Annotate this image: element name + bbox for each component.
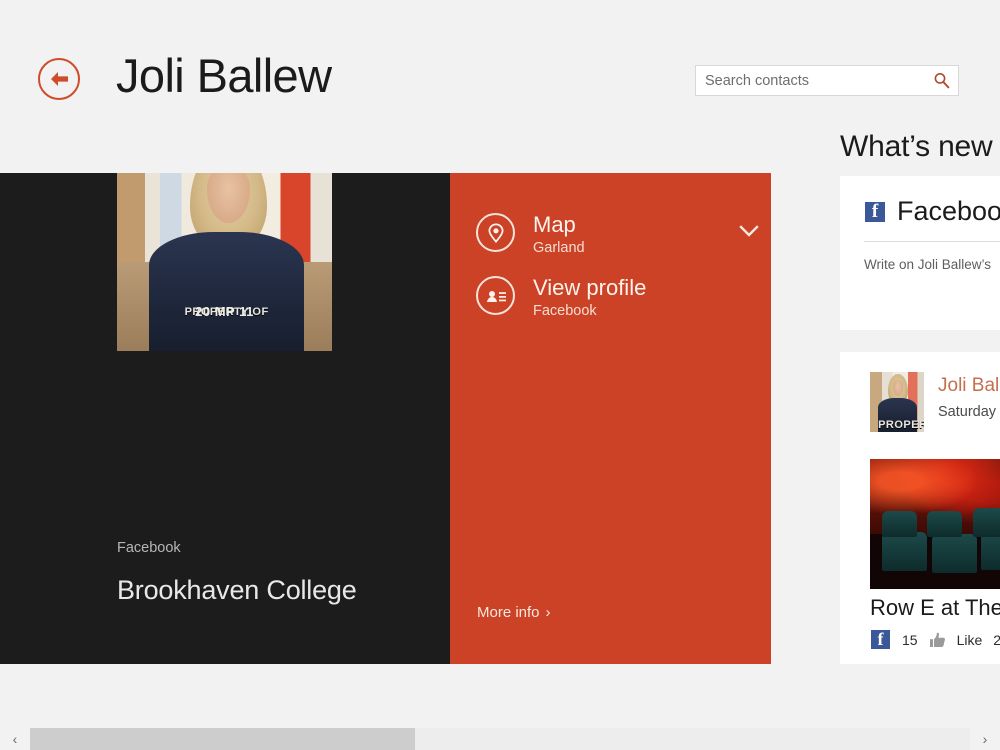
more-info-label: More info (477, 604, 540, 621)
avatar (870, 372, 924, 432)
compose-prompt[interactable]: Write on Joli Ballew’s (840, 242, 1000, 272)
search-icon (934, 73, 949, 89)
detail-profile-text: View profile Facebook (533, 274, 646, 321)
post-title: Row E at The L (870, 595, 1000, 620)
contact-detail-list: Map Garland View profile Facebook (476, 211, 757, 337)
horizontal-scrollbar[interactable]: ‹ › (0, 728, 1000, 750)
post-image-seat (972, 508, 1000, 537)
scroll-right-button[interactable]: › (970, 728, 1000, 750)
whats-new-header[interactable]: What’s new › (840, 130, 1000, 164)
facebook-icon: f (870, 629, 891, 650)
search-box[interactable] (695, 65, 959, 96)
photo-sweatshirt (149, 231, 305, 351)
post-actions: f 15 Like 2 (870, 629, 1000, 650)
map-pin-icon (487, 222, 504, 243)
contact-card-icon-circle (476, 276, 515, 315)
detail-map-title: Map (533, 212, 576, 237)
people-app-window: Joli Ballew 20 MP 11 Facebook Brookhaven… (0, 0, 1000, 750)
thumbs-up-icon (929, 632, 946, 648)
compose-network-name: Facebook (897, 196, 1000, 226)
search-input[interactable] (696, 66, 924, 95)
map-pin-icon-circle (476, 213, 515, 252)
scrollbar-thumb[interactable] (30, 728, 415, 750)
comment-count: 2 (993, 631, 1000, 648)
page-title: Joli Ballew (116, 49, 332, 102)
back-arrow-icon (51, 72, 68, 86)
search-button[interactable] (924, 66, 958, 95)
contact-summary-panel: 20 MP 11 Facebook Brookhaven College Fav… (0, 173, 450, 664)
chevron-down-icon (739, 225, 759, 237)
contact-details-panel: Map Garland View profile Facebook (450, 173, 771, 664)
detail-profile-subtitle: Facebook (533, 303, 597, 319)
contact-source-label: Facebook (117, 540, 181, 556)
detail-profile-title: View profile (533, 275, 647, 300)
post-meta: Joli Bal Saturday (938, 372, 999, 432)
compose-card[interactable]: f Facebook Write on Joli Ballew’s (840, 176, 1000, 330)
compose-card-header: f Facebook (840, 176, 1000, 227)
post-image[interactable] (870, 459, 1000, 589)
contact-photo: 20 MP 11 (117, 173, 332, 351)
post-image-seat (927, 511, 963, 537)
scrollbar-track[interactable] (30, 728, 970, 750)
contact-organization: Brookhaven College (117, 575, 357, 605)
post-image-seat (882, 531, 928, 571)
more-info-chevron-icon: › (545, 604, 551, 621)
like-count: 15 (902, 631, 918, 648)
contact-card-icon (486, 290, 506, 302)
detail-item-view-profile[interactable]: View profile Facebook (476, 274, 757, 321)
post-image-seat (882, 511, 918, 537)
post-date: Saturday (938, 404, 997, 420)
detail-item-map[interactable]: Map Garland (476, 211, 757, 258)
facebook-icon: f (864, 200, 886, 223)
detail-map-text: Map Garland (533, 211, 585, 258)
post-card[interactable]: Joli Bal Saturday Row E at The L f 15 (840, 352, 1000, 664)
photo-shirt-mark: 20 MP 11 (195, 304, 254, 320)
detail-map-subtitle: Garland (533, 240, 585, 256)
like-button[interactable]: Like (957, 632, 983, 648)
post-author-link[interactable]: Joli Bal (938, 375, 999, 397)
post-header: Joli Bal Saturday (840, 352, 1000, 432)
more-info-link[interactable]: More info › (477, 604, 551, 621)
scroll-left-button[interactable]: ‹ (0, 728, 30, 750)
expand-details-button[interactable] (737, 223, 761, 239)
whats-new-title: What’s new (840, 130, 993, 163)
post-image-seat (931, 534, 977, 574)
avatar-sweatshirt (878, 398, 917, 432)
back-button[interactable] (38, 58, 80, 100)
